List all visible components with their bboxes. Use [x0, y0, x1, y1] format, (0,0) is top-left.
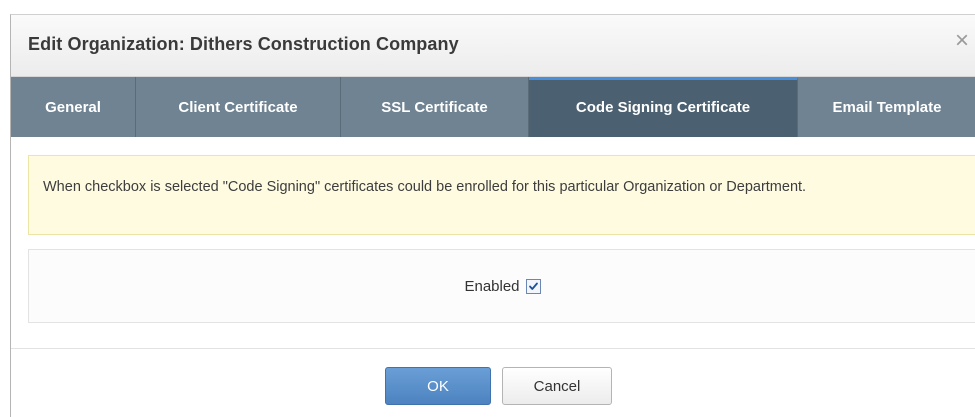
tab-ssl-certificate[interactable]: SSL Certificate — [341, 77, 529, 137]
enabled-panel: Enabled — [28, 249, 975, 323]
close-icon[interactable]: × — [955, 29, 969, 53]
cancel-button[interactable]: Cancel — [502, 367, 612, 405]
tab-email-template[interactable]: Email Template — [798, 77, 975, 137]
enabled-label: Enabled — [464, 277, 520, 295]
enabled-checkbox[interactable] — [525, 278, 541, 294]
footer-divider — [11, 348, 975, 349]
ok-button[interactable]: OK — [385, 367, 491, 405]
info-notice: When checkbox is selected "Code Signing"… — [28, 155, 975, 235]
edit-organization-dialog: Edit Organization: Dithers Construction … — [10, 14, 975, 417]
tab-client-certificate[interactable]: Client Certificate — [136, 77, 341, 137]
tab-code-signing-certificate[interactable]: Code Signing Certificate — [529, 77, 798, 137]
checkmark-icon — [528, 282, 538, 290]
tab-general[interactable]: General — [11, 77, 136, 137]
tab-bar: General Client Certificate SSL Certifica… — [11, 77, 975, 137]
dialog-title: Edit Organization: Dithers Construction … — [28, 34, 459, 54]
dialog-titlebar: Edit Organization: Dithers Construction … — [11, 15, 975, 77]
